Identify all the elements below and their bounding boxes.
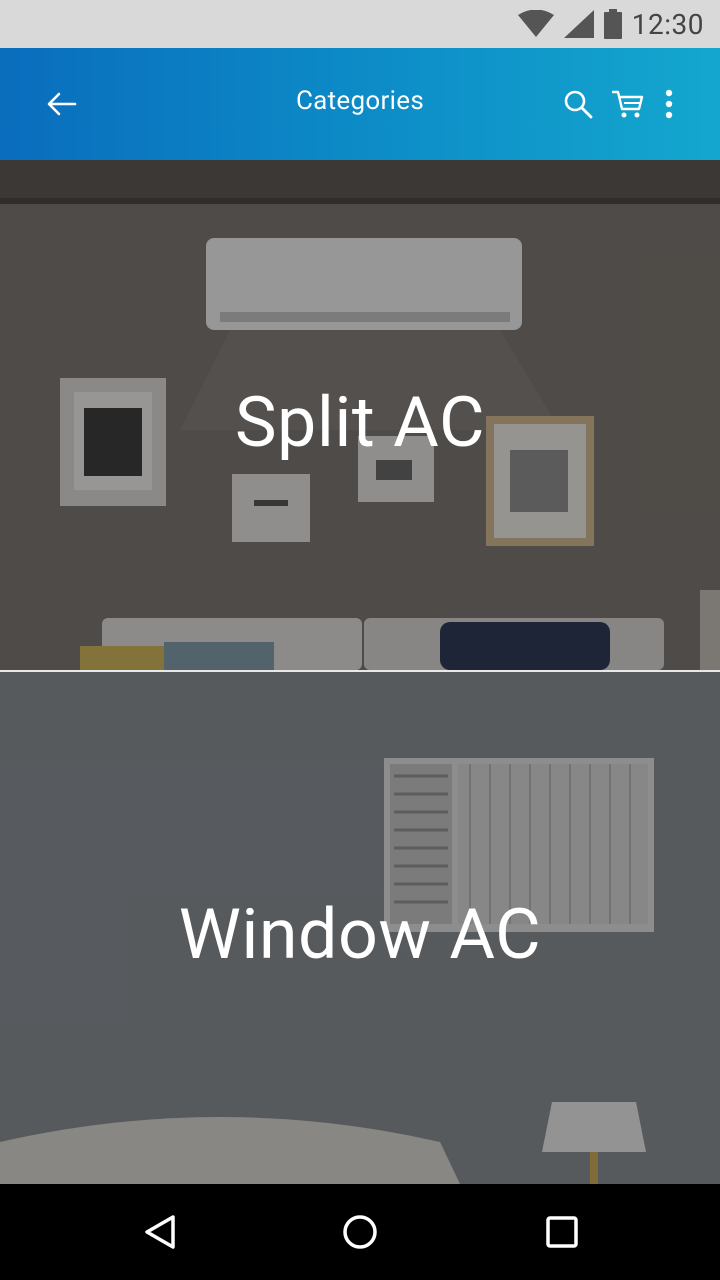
category-label-window-ac: Window AC [178,894,542,976]
search-icon [564,90,593,119]
status-icons: 12:30 [517,7,704,41]
home-circle-icon [343,1215,377,1249]
status-time: 12:30 [631,7,704,41]
battery-icon [603,9,622,39]
system-nav-bar [0,1184,720,1280]
more-vert-icon [665,89,673,119]
category-card-split-ac[interactable]: Split AC [0,160,720,670]
wifi-icon [517,10,554,37]
cart-button[interactable] [606,82,650,126]
recents-square-icon [546,1216,578,1248]
more-options-button[interactable] [647,82,691,126]
back-triangle-icon [145,1215,175,1249]
app-bar: Categories [0,48,720,160]
search-button[interactable] [556,82,600,126]
status-bar: 12:30 [0,0,720,48]
cellular-signal-icon [563,10,594,38]
category-label-split-ac: Split AC [234,382,486,464]
nav-recents-button[interactable] [538,1208,586,1256]
cart-icon [612,90,644,118]
category-card-window-ac[interactable]: Window AC [0,672,720,1184]
nav-home-button[interactable] [336,1208,384,1256]
nav-back-button[interactable] [136,1208,184,1256]
